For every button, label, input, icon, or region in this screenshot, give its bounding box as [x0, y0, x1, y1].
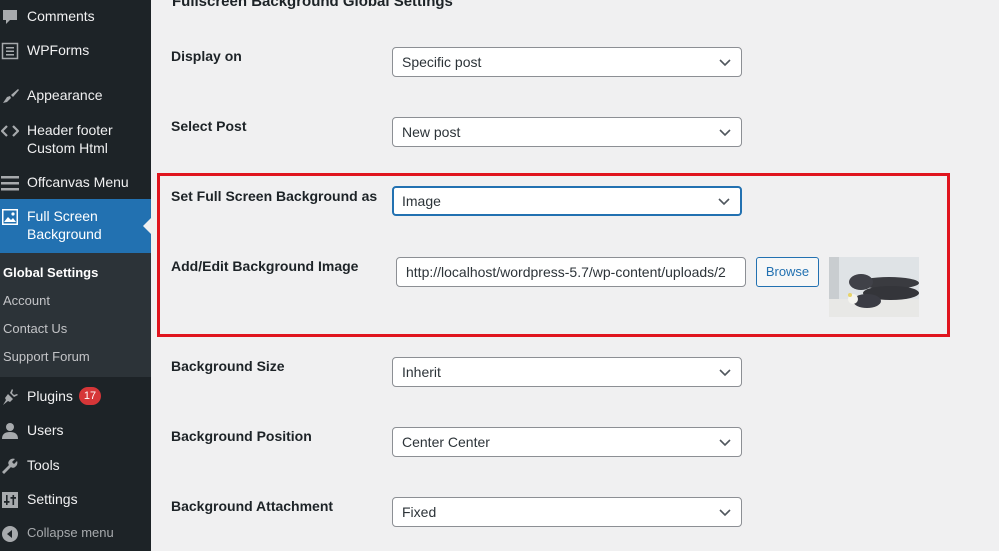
background-image-url-input[interactable]: http://localhost/wordpress-5.7/wp-conten… — [396, 257, 746, 287]
sidebar-item-settings[interactable]: Settings — [0, 490, 151, 510]
chevron-down-icon — [719, 509, 731, 517]
comment-icon — [0, 7, 20, 27]
set-background-as-label: Set Full Screen Background as — [171, 188, 378, 204]
background-attachment-value: Fixed — [402, 504, 437, 520]
menu-icon — [0, 173, 20, 193]
select-post-select[interactable]: New post — [392, 117, 742, 147]
background-size-label: Background Size — [171, 358, 285, 374]
chevron-down-icon — [718, 198, 730, 206]
sidebar-item-offcanvas-menu[interactable]: Offcanvas Menu — [0, 173, 151, 193]
main-content: Fullscreen Background Global Settings Di… — [151, 0, 999, 551]
sidebar-item-label-line1: Full Screen — [27, 208, 98, 224]
display-on-select[interactable]: Specific post — [392, 47, 742, 77]
sidebar-item-comments[interactable]: Comments — [0, 7, 151, 27]
sidebar-item-label: Offcanvas Menu — [27, 174, 129, 190]
paintbrush-icon — [0, 86, 20, 106]
submenu-item-global-settings[interactable]: Global Settings — [3, 265, 98, 280]
chevron-down-icon — [719, 129, 731, 137]
page-title: Fullscreen Background Global Settings — [172, 0, 453, 10]
sidebar-item-label-line2: Background — [27, 226, 102, 242]
update-count-badge: 17 — [78, 387, 102, 405]
sidebar-item-label: Users — [27, 422, 64, 438]
plugin-icon — [0, 387, 20, 407]
background-position-select[interactable]: Center Center — [392, 427, 742, 457]
sidebar-item-label: Appearance — [27, 87, 103, 103]
submenu-item-support-forum[interactable]: Support Forum — [3, 349, 90, 364]
sidebar-item-label: WPForms — [27, 42, 90, 58]
background-size-select[interactable]: Inherit — [392, 357, 742, 387]
submenu-item-account[interactable]: Account — [3, 293, 50, 308]
chevron-down-icon — [719, 439, 731, 447]
background-image-thumbnail — [829, 257, 919, 317]
set-background-as-value: Image — [402, 193, 441, 209]
submenu: Global Settings Account Contact Us Suppo… — [0, 253, 151, 377]
sidebar-item-users[interactable]: Users — [0, 421, 151, 441]
background-attachment-label: Background Attachment — [171, 498, 334, 514]
sidebar-item-label: Plugins — [27, 388, 73, 404]
settings-icon — [0, 490, 20, 510]
background-size-value: Inherit — [402, 364, 441, 380]
wpforms-icon — [0, 41, 20, 61]
browse-button[interactable]: Browse — [756, 257, 819, 287]
background-image-label: Add/Edit Background Image — [171, 258, 359, 274]
sidebar-item-label: Settings — [27, 491, 78, 507]
sidebar-item-label-line1: Header footer — [27, 122, 113, 138]
sidebar-item-wpforms[interactable]: WPForms — [0, 41, 151, 61]
sidebar-item-label: Comments — [27, 8, 95, 24]
set-background-as-select[interactable]: Image — [392, 186, 742, 216]
image-icon — [0, 207, 20, 227]
background-attachment-select[interactable]: Fixed — [392, 497, 742, 527]
sidebar-item-label: Tools — [27, 457, 60, 473]
background-position-label: Background Position — [171, 428, 312, 444]
chevron-down-icon — [719, 59, 731, 67]
sidebar-item-full-screen-background[interactable]: Full Screen Background — [0, 199, 151, 253]
sidebar-item-appearance[interactable]: Appearance — [0, 86, 151, 106]
sidebar-item-label: Collapse menu — [27, 525, 114, 540]
current-indicator-arrow — [143, 218, 151, 234]
background-position-value: Center Center — [402, 434, 490, 450]
admin-sidebar: Comments WPForms Appearance Header foote… — [0, 0, 151, 551]
display-on-value: Specific post — [402, 54, 482, 70]
wrench-icon — [0, 456, 20, 476]
sidebar-item-header-footer[interactable]: Header footer Custom Html — [0, 121, 151, 159]
chevron-down-icon — [719, 369, 731, 377]
submenu-item-contact-us[interactable]: Contact Us — [3, 321, 67, 336]
code-icon — [0, 121, 20, 141]
select-post-value: New post — [402, 124, 461, 140]
user-icon — [0, 421, 20, 441]
sidebar-item-label-line2: Custom Html — [27, 140, 108, 156]
display-on-label: Display on — [171, 48, 242, 64]
collapse-menu-button[interactable]: Collapse menu — [0, 524, 151, 544]
sidebar-item-tools[interactable]: Tools — [0, 456, 151, 476]
collapse-icon — [0, 524, 20, 544]
select-post-label: Select Post — [171, 118, 247, 134]
sidebar-item-plugins[interactable]: Plugins 17 — [0, 387, 151, 407]
